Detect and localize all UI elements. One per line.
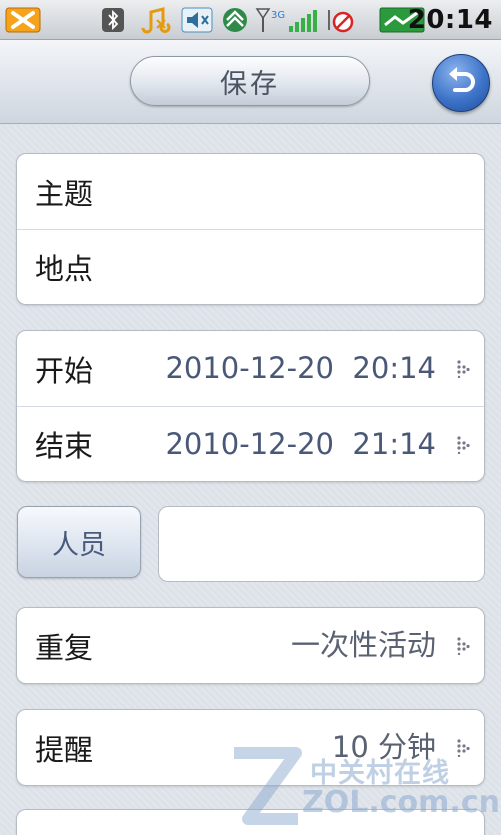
toolbar: 保存 [0, 40, 501, 124]
start-time-row[interactable]: 开始 2010-12-20 20:14 [17, 331, 484, 406]
location-label: 地点 [35, 252, 94, 286]
status-bar: 3G 20:14 [0, 0, 501, 40]
reminder-card: 提醒 10 分钟 [16, 709, 485, 786]
people-button[interactable]: 人员 [17, 506, 141, 578]
music-icon [136, 6, 172, 34]
repeat-row[interactable]: 重复 一次性活动 [17, 608, 484, 683]
more-dots-icon [457, 637, 470, 655]
subject-field[interactable]: 主题 [17, 154, 484, 229]
notification-x-icon[interactable] [4, 6, 42, 34]
repeat-value: 一次性活动 [290, 628, 436, 662]
repeat-card: 重复 一次性活动 [16, 607, 485, 684]
time-card: 开始 2010-12-20 20:14 结束 2010-12-20 21:14 [16, 330, 485, 482]
reminder-value: 10 分钟 [331, 730, 436, 764]
save-button[interactable]: 保存 [130, 56, 370, 106]
bluetooth-icon [100, 6, 126, 34]
alarm-off-icon [322, 6, 358, 34]
svg-text:3G: 3G [271, 10, 285, 21]
sync-icon [218, 6, 252, 34]
event-form: 主题 地点 开始 2010-12-20 20:14 结束 2010-12-20 … [0, 125, 501, 835]
end-label: 结束 [35, 429, 94, 463]
title-location-card: 主题 地点 [16, 153, 485, 305]
signal-3g-icon: 3G [254, 6, 320, 34]
volume-icon [180, 6, 214, 34]
location-field[interactable]: 地点 [17, 229, 484, 304]
more-dots-icon [457, 360, 470, 378]
back-arrow-icon [443, 63, 479, 103]
more-dots-icon [457, 436, 470, 454]
more-dots-icon [457, 739, 470, 757]
status-time: 20:14 [407, 5, 493, 35]
people-input[interactable] [158, 506, 485, 582]
repeat-label: 重复 [35, 630, 94, 665]
subject-label: 主题 [35, 176, 94, 211]
start-value: 2010-12-20 20:14 [165, 351, 436, 385]
back-button[interactable] [432, 54, 490, 112]
next-card [16, 809, 485, 835]
start-label: 开始 [35, 353, 94, 388]
reminder-label: 提醒 [35, 732, 94, 767]
end-time-row[interactable]: 结束 2010-12-20 21:14 [17, 406, 484, 481]
end-value: 2010-12-20 21:14 [165, 427, 436, 461]
reminder-row[interactable]: 提醒 10 分钟 [17, 710, 484, 785]
